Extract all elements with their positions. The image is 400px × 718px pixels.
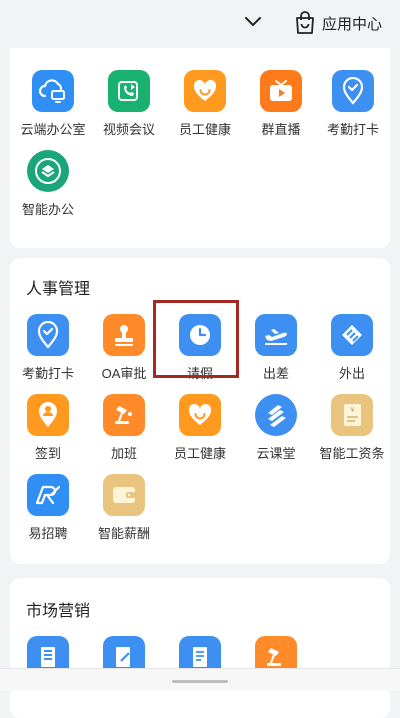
app-center-label: 应用中心	[322, 15, 383, 33]
heart-smile-icon	[184, 70, 226, 112]
section-title-marketing: 市场营销	[26, 603, 91, 620]
apps-card-general: 云端办公室 视频会议 员工健康 群直播 考勤打卡 智能办公	[10, 48, 390, 248]
tv-play-icon	[260, 70, 302, 112]
app-attendance[interactable]: 考勤打卡	[315, 70, 391, 138]
airplane-icon	[255, 314, 297, 356]
gesture-handle[interactable]	[172, 680, 228, 683]
app-smart-office[interactable]: 智能办公	[10, 150, 86, 218]
highlight-box	[153, 300, 239, 378]
app-cloud-office[interactable]: 云端办公室	[15, 70, 91, 138]
app-label: 签到	[34, 446, 61, 461]
app-label: 云课堂	[256, 446, 296, 461]
desk-lamp-icon	[103, 394, 145, 436]
stamp-icon	[103, 314, 145, 356]
app-smart-payslip[interactable]: ¥ 智能工资条	[314, 394, 390, 462]
app-business-trip[interactable]: 出差	[238, 314, 314, 382]
app-center-button[interactable]: 应用中心	[294, 9, 382, 37]
app-label: 视频会议	[102, 122, 155, 137]
location-user-icon	[27, 394, 69, 436]
app-label: 智能办公	[21, 202, 74, 217]
section-title-hr: 人事管理	[26, 281, 91, 298]
top-bar: 应用中心	[0, 0, 400, 48]
app-label: 群直播	[261, 122, 301, 137]
app-label: 加班	[110, 446, 137, 461]
location-check-icon	[332, 70, 374, 112]
app-video-meeting[interactable]: 视频会议	[91, 70, 167, 138]
app-label: OA审批	[101, 366, 147, 381]
recruit-logo-icon	[27, 474, 69, 516]
app-label: 员工健康	[173, 446, 226, 461]
app-label: 出差	[262, 366, 289, 381]
app-label: 易招聘	[28, 526, 68, 541]
chevron-down-icon[interactable]	[243, 12, 263, 32]
ticket-icon	[331, 314, 373, 356]
salary-slip-icon: ¥	[331, 394, 373, 436]
app-label: 考勤打卡	[21, 366, 74, 381]
heart-smile-icon	[179, 394, 221, 436]
app-go-out[interactable]: 外出	[314, 314, 390, 382]
app-attendance[interactable]: 考勤打卡	[10, 314, 86, 382]
apps-card-marketing: 市场营销	[10, 578, 390, 718]
app-label: 智能工资条	[319, 446, 385, 461]
cloud-desktop-icon	[32, 70, 74, 112]
app-overtime[interactable]: 加班	[86, 394, 162, 462]
video-call-icon	[108, 70, 150, 112]
stripes-icon	[255, 394, 297, 436]
app-label: 员工健康	[178, 122, 231, 137]
app-label: 外出	[338, 366, 365, 381]
app-label: 云端办公室	[20, 122, 86, 137]
app-label: 考勤打卡	[326, 122, 379, 137]
app-oa-approval[interactable]: OA审批	[86, 314, 162, 382]
app-check-in[interactable]: 签到	[10, 394, 86, 462]
bottom-gesture-bar	[0, 668, 400, 691]
app-cloud-classroom[interactable]: 云课堂	[238, 394, 314, 462]
app-group-live[interactable]: 群直播	[243, 70, 319, 138]
svg-text:¥: ¥	[350, 406, 355, 414]
layers-icon	[27, 150, 69, 192]
app-employee-health[interactable]: 员工健康	[162, 394, 238, 462]
app-label: 智能薪酬	[97, 526, 150, 541]
app-employee-health[interactable]: 员工健康	[167, 70, 243, 138]
shopping-bag-icon	[296, 11, 314, 34]
wallet-icon	[103, 474, 145, 516]
app-easy-recruit[interactable]: 易招聘	[10, 474, 86, 542]
app-smart-compensation[interactable]: 智能薪酬	[86, 474, 162, 542]
location-check-icon	[27, 314, 69, 356]
